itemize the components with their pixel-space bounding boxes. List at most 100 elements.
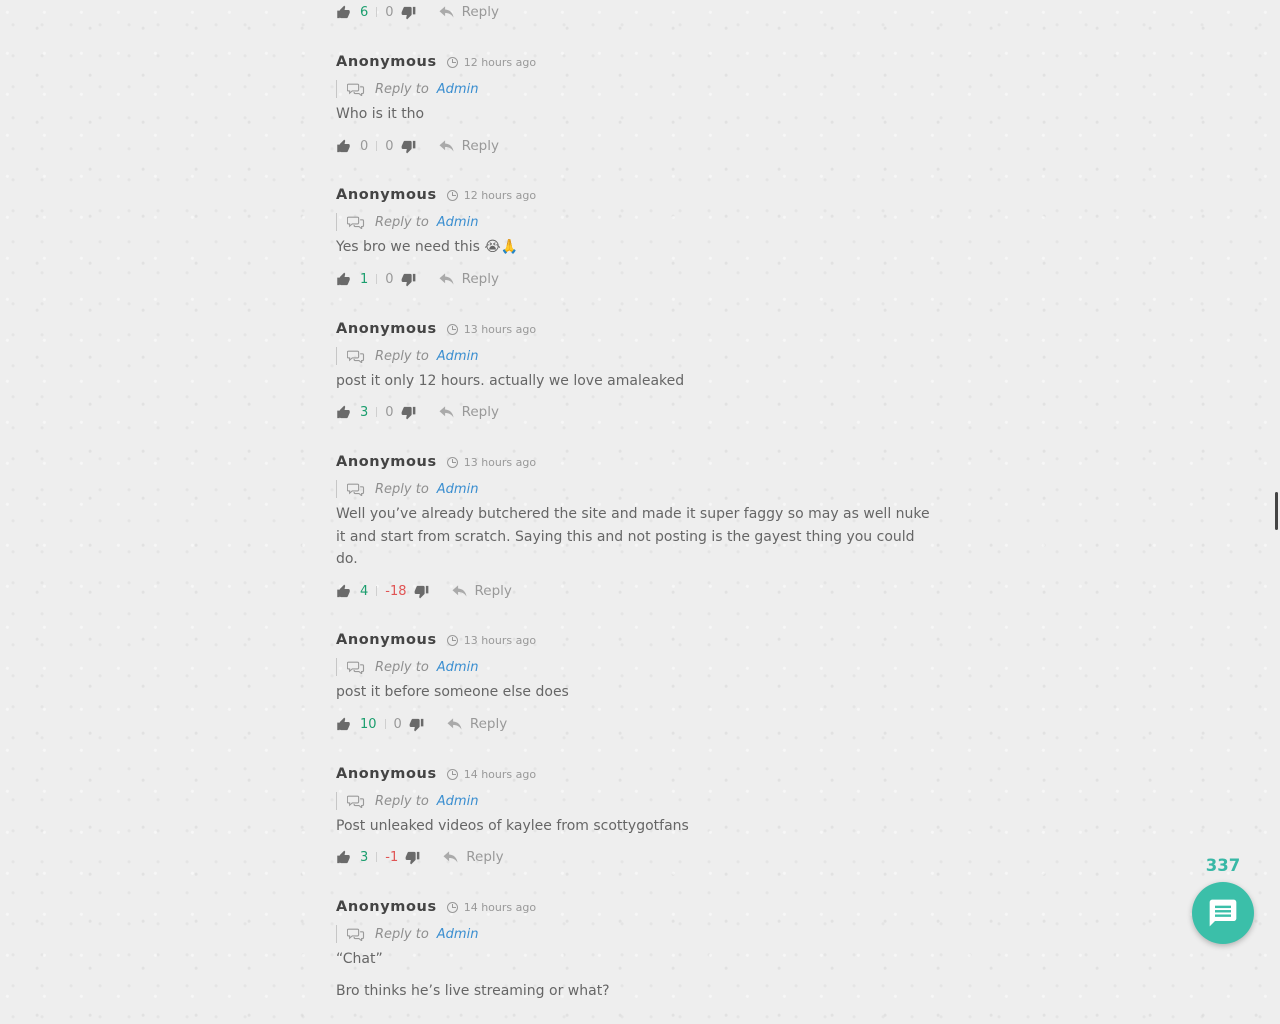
comment-author[interactable]: Anonymous [336,899,437,915]
thumbs-down-icon[interactable] [401,405,416,420]
comment-time: 14 hours ago [463,767,537,781]
reply-to-indicator: Reply to Admin [336,480,478,498]
reply-button[interactable]: Reply [451,583,512,599]
reply-label: Reply [466,849,504,865]
like-count: 6 [360,4,369,20]
comment-timestamp[interactable]: 13 hours ago [446,323,536,336]
reply-to-indicator: Reply to Admin [336,213,478,231]
comment-timestamp[interactable]: 12 hours ago [446,188,537,202]
reply-button[interactable]: Reply [438,4,499,20]
thumbs-down-icon[interactable] [405,850,420,865]
comment-timestamp[interactable]: 14 hours ago [446,900,537,914]
reply-to-link[interactable]: Admin [437,927,479,942]
reply-label: Reply [461,138,499,154]
comment-timestamp[interactable]: 13 hours ago [446,633,537,647]
like-count: 4 [360,583,369,599]
comment-author[interactable]: Anonymous [336,187,437,203]
comment-timestamp[interactable]: 13 hours ago [446,455,537,469]
comment-text: Who is it tho [336,106,425,122]
thumbs-down-icon[interactable] [401,5,416,20]
reply-to-link[interactable]: Admin [437,215,479,230]
comment: Anonymous 13 hours ago Reply to Admin po… [336,319,936,429]
comment-actions: 4 -18 Reply [336,582,512,600]
thumbs-down-icon[interactable] [401,139,416,154]
like-count: 0 [360,138,369,154]
comment-text: Well you’ve already butchered the site a… [336,506,930,567]
comment-author[interactable]: Anonymous [336,454,437,470]
reply-arrow-icon [442,850,459,864]
reply-to-label: Reply to [375,348,429,364]
like-count: 3 [360,849,369,865]
reply-button[interactable]: Reply [438,404,499,420]
clock-icon [446,768,458,780]
comment-actions: 3 -1 Reply [336,848,504,866]
scroll-indicator[interactable] [1275,492,1278,530]
comment-actions: 10 0 Reply [336,715,507,733]
reply-to-label: Reply to [375,81,429,97]
thumbs-up-icon[interactable] [336,272,351,287]
thumbs-up-icon[interactable] [336,584,351,599]
dislike-count: -18 [385,583,407,599]
thumbs-down-icon[interactable] [414,584,429,599]
thumbs-down-icon[interactable] [401,272,416,287]
chat-bubbles-icon [347,349,365,363]
vote-divider [376,7,378,17]
reply-label: Reply [461,271,499,287]
thumbs-up-icon[interactable] [336,717,351,732]
reply-to-label: Reply to [375,659,429,675]
chat-button[interactable] [1192,882,1254,944]
comment-time: 12 hours ago [463,188,537,202]
reply-to-link[interactable]: Admin [437,82,479,97]
dislike-count: 0 [385,4,394,20]
comment-time: 13 hours ago [463,633,537,647]
reply-button[interactable]: Reply [438,271,499,287]
reply-to-label: Reply to [375,793,429,809]
comment-author[interactable]: Anonymous [336,766,437,782]
reply-to-indicator: Reply to Admin [336,925,478,943]
comment-author[interactable]: Anonymous [336,632,437,648]
comment-text: Post unleaked videos of kaylee from scot… [336,818,689,834]
comment-author[interactable]: Anonymous [336,321,437,337]
reply-to-label: Reply to [375,214,429,230]
vote-divider [376,274,378,284]
chat-bubbles-icon [347,482,365,496]
clock-icon [446,56,458,68]
reply-to-link[interactable]: Admin [437,660,479,675]
reply-to-link[interactable]: Admin [437,794,479,809]
comment: Anonymous 14 hours ago Reply to Admin “C… [336,897,936,1024]
thumbs-up-icon[interactable] [336,850,351,865]
thumbs-up-icon[interactable] [336,405,351,420]
reply-to-link[interactable]: Admin [437,349,479,364]
comment-text-paragraph: Bro thinks he’s live streaming or what? [336,983,610,999]
thumbs-up-icon[interactable] [336,139,351,154]
comment: Anonymous 13 hours ago Reply to Admin We… [336,452,936,607]
chat-bubbles-icon [347,927,365,941]
comment-time: 14 hours ago [463,900,537,914]
like-count: 1 [360,271,369,287]
like-count: 3 [360,404,369,420]
comment-author[interactable]: Anonymous [336,54,437,70]
clock-icon [446,901,458,913]
reply-button[interactable]: Reply [446,716,507,732]
comment-timestamp[interactable]: 12 hours ago [446,56,536,69]
dislike-count: -1 [385,849,399,865]
reply-to-indicator: Reply to Admin [336,658,478,676]
chat-bubbles-icon [347,660,365,674]
comment-time: 13 hours ago [463,455,537,469]
clock-icon [446,634,458,646]
reply-button[interactable]: Reply [438,138,499,154]
reply-button[interactable]: Reply [442,849,504,865]
dislike-count: 0 [385,138,394,154]
comment-text: post it only 12 hours. actually we love … [336,373,685,389]
comment-timestamp[interactable]: 14 hours ago [446,767,537,781]
reply-label: Reply [474,583,512,599]
comment: Anonymous 12 hours ago Reply to Admin Wh… [336,52,936,162]
like-count: 10 [360,716,377,732]
dislike-count: 0 [385,404,394,420]
reply-arrow-icon [451,584,468,598]
chat-bubble-icon [1209,899,1237,927]
reply-to-label: Reply to [375,481,429,497]
thumbs-up-icon[interactable] [336,5,351,20]
thumbs-down-icon[interactable] [409,717,424,732]
reply-to-link[interactable]: Admin [437,482,479,497]
